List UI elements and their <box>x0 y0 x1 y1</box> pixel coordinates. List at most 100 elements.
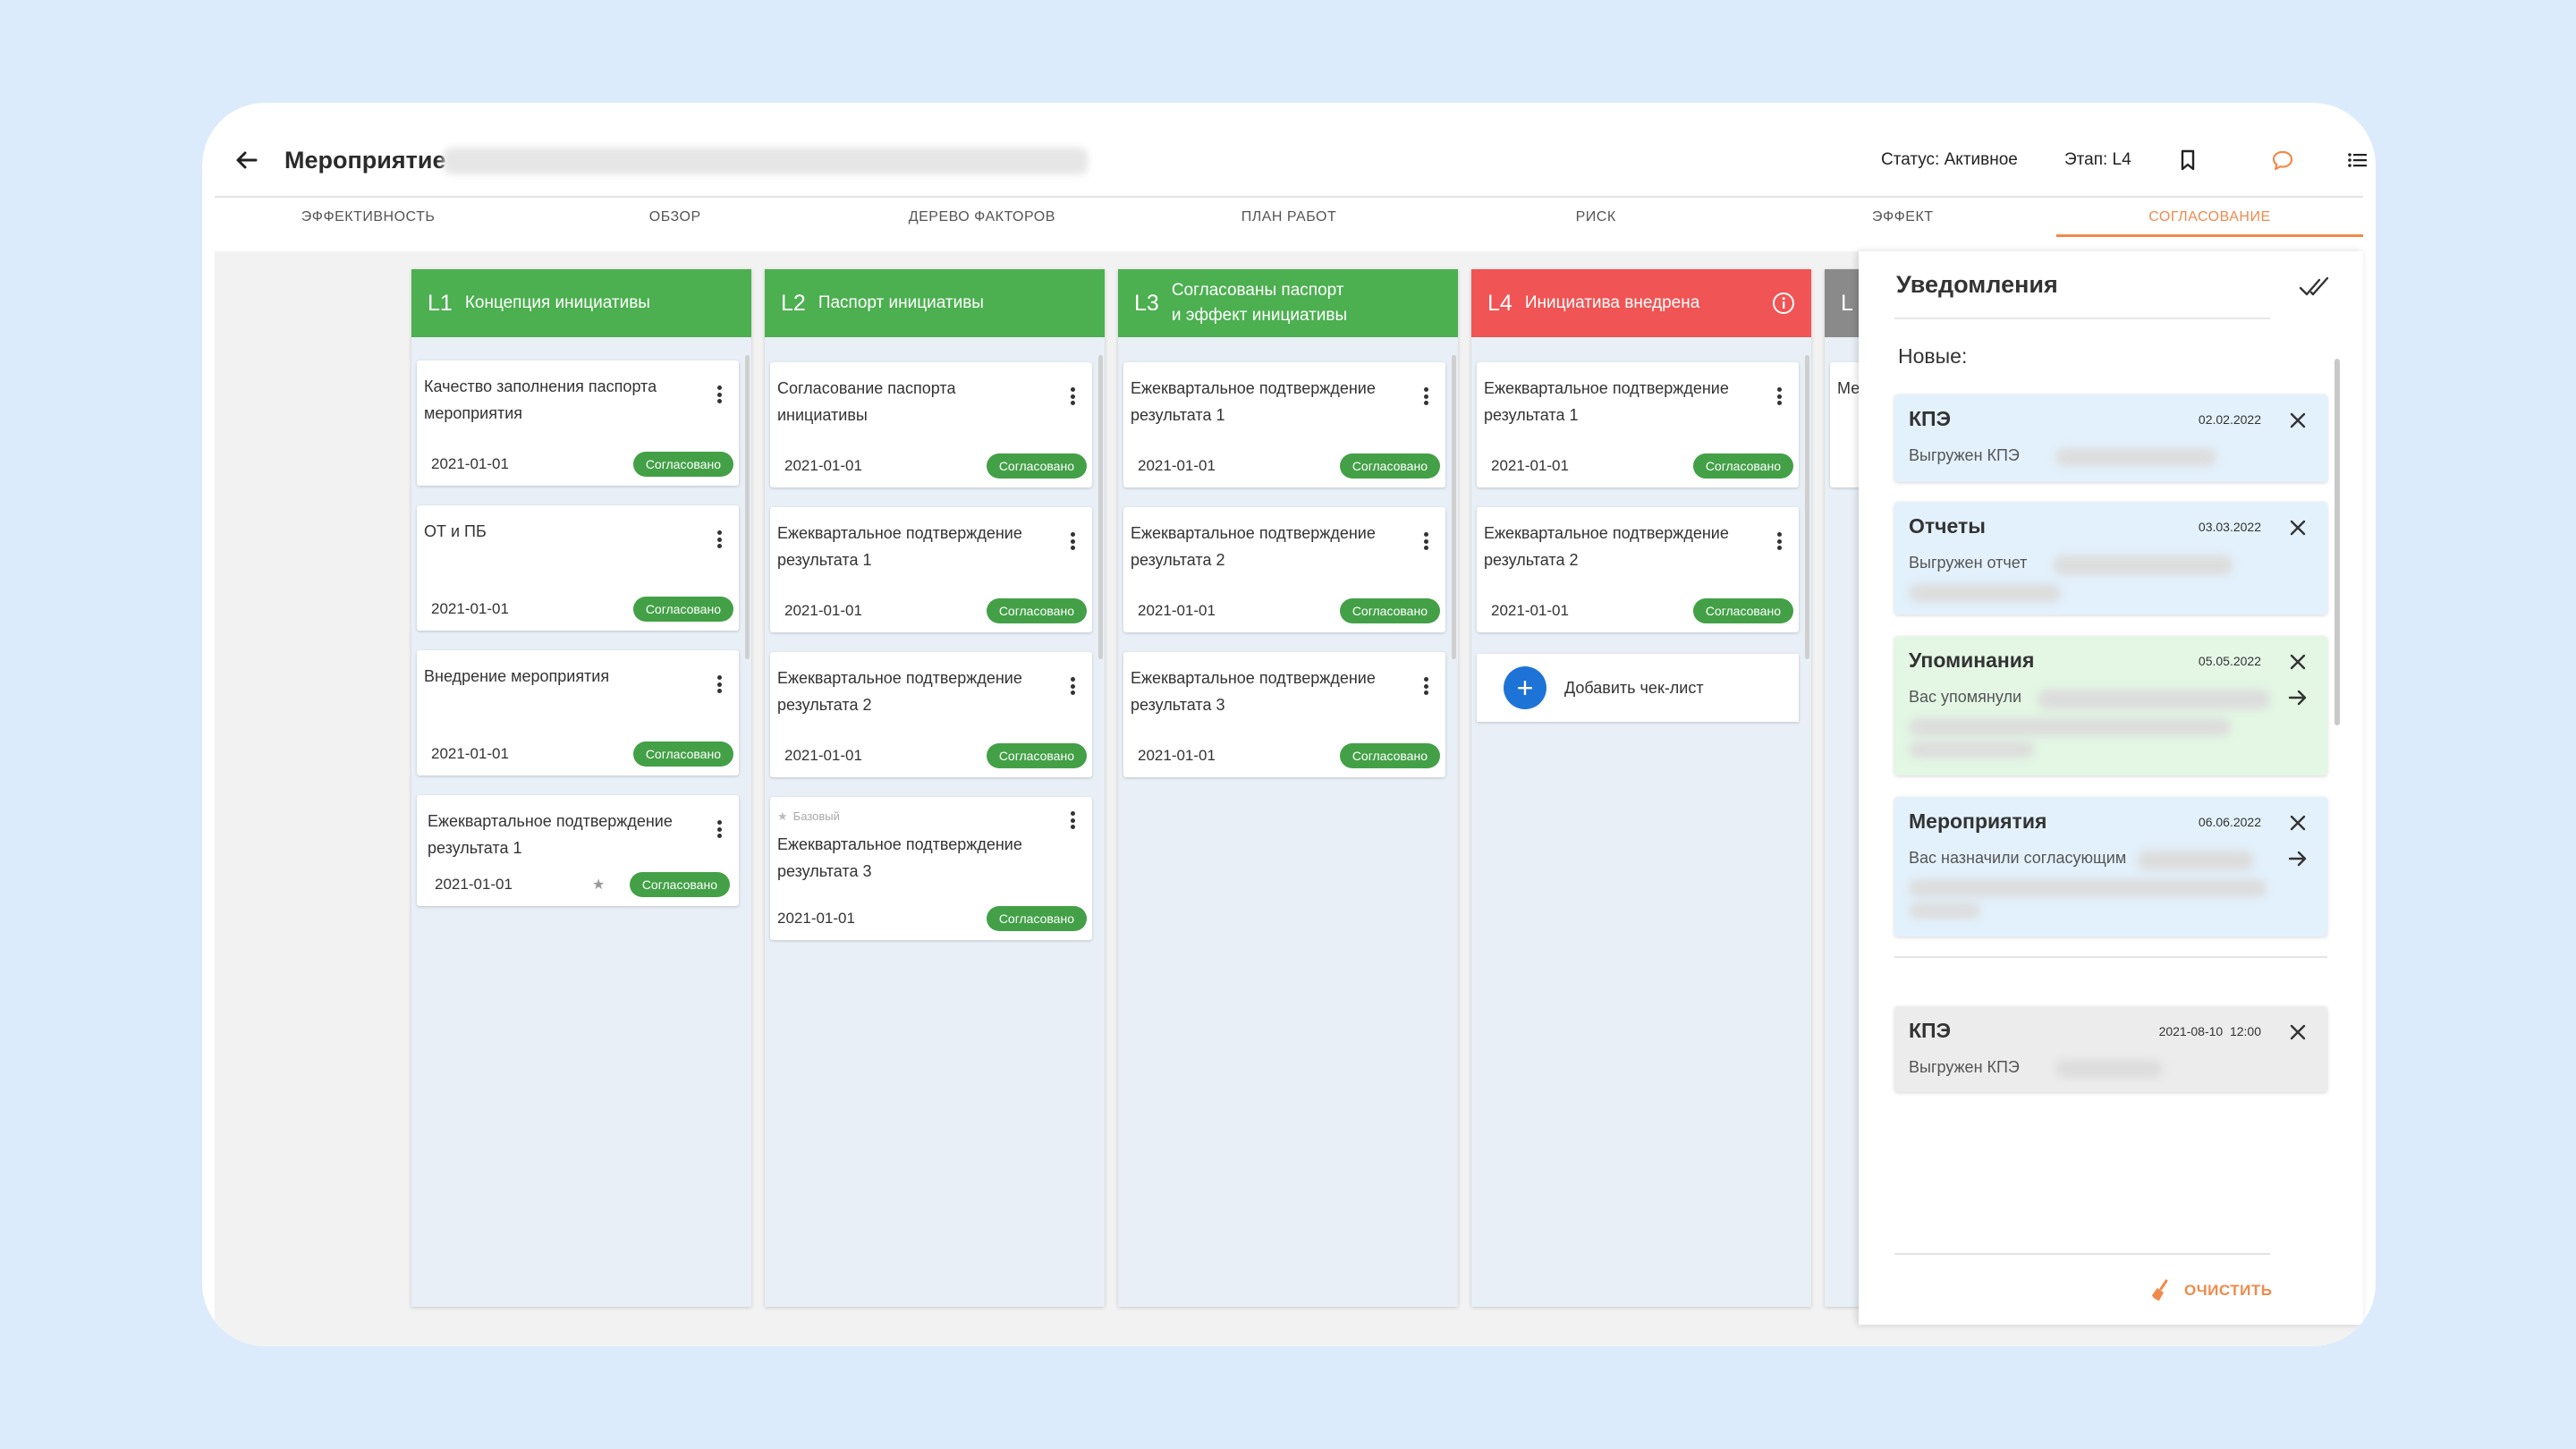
status-badge: Согласовано <box>632 452 733 477</box>
close-icon[interactable] <box>2284 1019 2311 1046</box>
add-checklist-button[interactable]: + Добавить чек-лист <box>1477 654 1799 722</box>
more-options-icon[interactable] <box>708 817 730 842</box>
tab-overview[interactable]: ОБЗОР <box>521 198 828 237</box>
more-options-icon[interactable] <box>1062 529 1083 554</box>
checklist-card[interactable]: Ежеквартальное подтверждение результата … <box>1477 507 1799 632</box>
checklist-card[interactable]: Ежеквартальное подтверждение результата … <box>770 507 1092 632</box>
notification-title: Упоминания <box>1909 648 2035 672</box>
card-date: 2021-01-01 <box>777 910 855 927</box>
column-level: L <box>1841 290 1853 316</box>
more-options-icon[interactable] <box>1768 384 1790 409</box>
tab-effectiveness[interactable]: ЭФФЕКТИВНОСТЬ <box>215 198 521 237</box>
divider <box>1894 956 2327 958</box>
more-options-icon[interactable] <box>1062 384 1083 409</box>
card-date: 2021-01-01 <box>1138 602 1216 619</box>
column-l2: L2 Паспорт инициативы Согласование паспо… <box>765 269 1105 1307</box>
notification-date: 2021-08-10 12:00 <box>2158 1024 2261 1038</box>
notification-card[interactable]: Мероприятия 06.06.2022 Вас назначили сог… <box>1894 797 2327 936</box>
more-options-icon[interactable] <box>1062 808 1083 833</box>
checklist-card[interactable]: ОТ и ПБ 2021-01-01 Согласовано <box>417 505 739 631</box>
more-options-icon[interactable] <box>708 382 730 407</box>
card-title: Ежеквартальное подтверждение результата … <box>1131 669 1376 714</box>
chat-icon[interactable] <box>2265 142 2301 178</box>
column-header: L1 Концепция инициативы <box>411 269 751 337</box>
checklist-card[interactable]: Ежеквартальное подтверждение результата … <box>1123 652 1445 777</box>
arrow-right-icon[interactable] <box>2284 684 2311 711</box>
more-options-icon[interactable] <box>1062 674 1083 699</box>
column-l3: L3 Согласованы паспорт и эффект инициатив… <box>1118 269 1458 1307</box>
more-options-icon[interactable] <box>708 527 730 552</box>
notification-title: Отчеты <box>1909 514 1986 538</box>
info-icon[interactable] <box>1772 292 1795 315</box>
close-icon[interactable] <box>2284 648 2311 675</box>
checklist-card[interactable]: Качество заполнения паспорта мероприятия… <box>417 360 739 486</box>
tab-factor-tree[interactable]: ДЕРЕВО ФАКТОРОВ <box>828 198 1135 237</box>
status-badge: Согласовано <box>986 743 1087 768</box>
more-options-icon[interactable] <box>1415 384 1436 409</box>
blurred-detail <box>2038 690 2270 709</box>
tab-work-plan[interactable]: ПЛАН РАБОТ <box>1135 198 1442 237</box>
more-options-icon[interactable] <box>1768 529 1790 554</box>
card-title: Качество заполнения паспорта мероприятия <box>424 377 657 422</box>
back-arrow-icon[interactable] <box>229 142 265 178</box>
notification-card[interactable]: КПЭ 2021-08-10 12:00 Выгружен КПЭ <box>1894 1006 2327 1092</box>
notification-title: КПЭ <box>1909 407 1951 430</box>
column-title: Концепция инициативы <box>464 293 650 312</box>
list-menu-icon[interactable] <box>2340 142 2376 178</box>
notification-text: Вас упомянули <box>1909 688 2021 706</box>
arrow-right-icon[interactable] <box>2284 845 2311 872</box>
notification-card[interactable]: Упоминания 05.05.2022 Вас упомянули <box>1894 636 2327 775</box>
star-icon: ★ <box>592 877 606 893</box>
close-icon[interactable] <box>2284 407 2311 434</box>
close-icon[interactable] <box>2284 514 2311 541</box>
column-scrollbar[interactable] <box>1452 355 1456 659</box>
tab-approval[interactable]: СОГЛАСОВАНИЕ <box>2055 198 2364 237</box>
checklist-card[interactable]: Ежеквартальное подтверждение результата … <box>1477 362 1799 487</box>
more-options-icon[interactable] <box>1415 529 1436 554</box>
more-options-icon[interactable] <box>1415 674 1436 699</box>
checklist-card[interactable]: ★ Базовый Ежеквартальное подтверждение ре… <box>770 797 1092 940</box>
base-label: ★ Базовый <box>777 809 840 824</box>
status-badge: Согласовано <box>986 598 1087 623</box>
column-level: L4 <box>1487 290 1513 316</box>
card-date: 2021-01-01 <box>431 745 509 762</box>
bookmark-icon[interactable] <box>2170 142 2206 178</box>
notifications-scrollbar[interactable] <box>2334 359 2340 725</box>
card-date: 2021-01-01 <box>1491 457 1569 474</box>
more-options-icon[interactable] <box>708 672 730 697</box>
column-title-line-1: Согласованы паспорт <box>1171 281 1344 300</box>
card-date: 2021-01-01 <box>784 602 862 619</box>
notification-text: Вас назначили согласующим <box>1909 849 2127 867</box>
card-title: Ежеквартальное подтверждение результата … <box>1131 379 1376 424</box>
checklist-card[interactable]: Ежеквартальное подтверждение результата … <box>417 795 739 906</box>
clear-button[interactable]: ОЧИСТИТЬ <box>2148 1275 2272 1307</box>
clear-label: ОЧИСТИТЬ <box>2184 1282 2273 1299</box>
blurred-detail <box>1909 741 2034 758</box>
column-level: L3 <box>1134 290 1159 316</box>
mark-all-read-icon[interactable] <box>2297 273 2333 301</box>
notification-date: 02.02.2022 <box>2198 412 2261 427</box>
card-date: 2021-01-01 <box>431 600 509 617</box>
notification-date: 05.05.2022 <box>2198 654 2261 668</box>
tab-effect[interactable]: ЭФФЕКТ <box>1750 198 2056 237</box>
checklist-card[interactable]: Ежеквартальное подтверждение результата … <box>1123 507 1445 632</box>
tab-risk[interactable]: РИСК <box>1443 198 1750 237</box>
plus-icon: + <box>1504 666 1546 709</box>
notification-card[interactable]: КПЭ 02.02.2022 Выгружен КПЭ <box>1894 394 2327 482</box>
blurred-detail <box>1909 879 2267 897</box>
add-checklist-label: Добавить чек-лист <box>1564 678 1704 697</box>
column-scrollbar[interactable] <box>1805 355 1809 659</box>
notification-title: КПЭ <box>1909 1019 1951 1042</box>
column-title: Инициатива внедрена <box>1524 293 1700 312</box>
checklist-card[interactable]: Внедрение мероприятия 2021-01-01 Согласо… <box>417 650 739 775</box>
star-icon: ★ <box>777 809 788 823</box>
checklist-card[interactable]: Ежеквартальное подтверждение результата … <box>770 652 1092 777</box>
notification-card[interactable]: Отчеты 03.03.2022 Выгружен отчет <box>1894 502 2327 614</box>
column-scrollbar[interactable] <box>745 355 750 659</box>
checklist-card[interactable]: Согласование паспорта инициативы 2021-01… <box>770 362 1092 487</box>
status-badge: Согласовано <box>1339 743 1440 768</box>
checklist-card[interactable]: Ежеквартальное подтверждение результата … <box>1123 362 1445 487</box>
blurred-detail <box>2054 555 2233 575</box>
close-icon[interactable] <box>2284 809 2311 836</box>
column-scrollbar[interactable] <box>1098 355 1103 659</box>
